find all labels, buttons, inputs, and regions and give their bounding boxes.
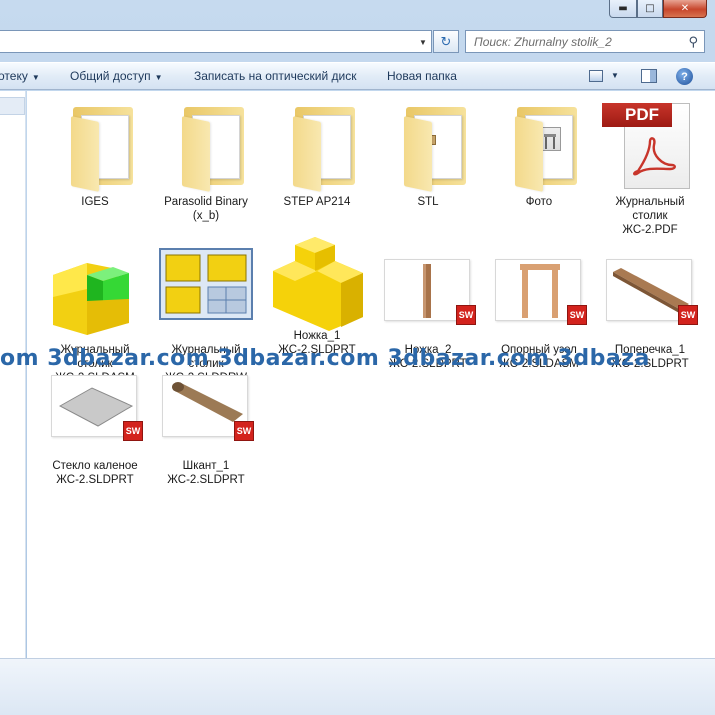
- file-item[interactable]: Parasolid Binary (x_b): [156, 97, 256, 223]
- command-bar: отеку ▼ Общий доступ ▼ Записать на оптичес…: [0, 62, 715, 90]
- file-name: Шкант_1 ЖС-2.SLDPRT: [167, 460, 245, 486]
- sldprt-thumbnail-icon: SW: [47, 361, 143, 457]
- sldprt-icon: [269, 231, 365, 341]
- sldasm-icon: [47, 245, 143, 341]
- pdf-badge: PDF: [602, 103, 672, 127]
- folder-icon: [158, 97, 254, 193]
- file-item[interactable]: SW Шкант_1 ЖС-2.SLDPRT: [156, 361, 256, 487]
- file-name: IGES: [81, 196, 109, 208]
- new-folder-button[interactable]: Новая папка: [387, 69, 457, 83]
- file-item[interactable]: Ножка_1 ЖС-2.SLDPRT: [267, 231, 367, 357]
- file-name: Фото: [525, 196, 553, 208]
- address-row: ▼ ↻ Поиск: Zhurnalny stolik_2 ⚲: [0, 30, 715, 54]
- solidworks-icon: SW: [678, 305, 698, 325]
- slddrw-icon: [158, 245, 254, 341]
- help-icon[interactable]: ?: [676, 68, 693, 85]
- nav-selected-item[interactable]: [0, 97, 25, 115]
- solidworks-icon: SW: [456, 305, 476, 325]
- add-to-library-button[interactable]: отеку ▼: [0, 69, 40, 83]
- add-to-library-label: отеку: [0, 69, 28, 83]
- folder-icon: [47, 97, 143, 193]
- file-item[interactable]: STEP AP214: [267, 97, 367, 209]
- refresh-button[interactable]: ↻: [433, 30, 459, 53]
- file-name: Стекло каленое ЖС-2.SLDPRT: [52, 460, 138, 486]
- sldprt-thumbnail-icon: SW: [602, 245, 698, 341]
- file-name: STL: [417, 196, 439, 208]
- search-placeholder: Поиск: Zhurnalny stolik_2: [474, 35, 612, 49]
- caption-buttons: ▬ □ ✕: [609, 0, 707, 18]
- details-pane: [0, 658, 715, 715]
- pdf-icon: PDF: [602, 97, 698, 193]
- search-icon[interactable]: ⚲: [688, 34, 698, 50]
- file-list: IGES Parasolid Binary (x_b) STEP AP214 S…: [27, 91, 715, 658]
- solidworks-icon: SW: [123, 421, 143, 441]
- share-button[interactable]: Общий доступ ▼: [70, 69, 163, 83]
- folder-icon: [380, 97, 476, 193]
- solidworks-icon: SW: [234, 421, 254, 441]
- sldprt-thumbnail-icon: SW: [380, 245, 476, 341]
- chevron-down-icon: ▼: [154, 73, 163, 82]
- file-item[interactable]: STL: [378, 97, 478, 209]
- file-name: Parasolid Binary (x_b): [164, 196, 248, 222]
- file-item[interactable]: PDF Журнальный столик ЖС-2.PDF: [600, 97, 700, 237]
- folder-icon: [269, 97, 365, 193]
- file-name: STEP AP214: [283, 196, 351, 208]
- folder-icon: [491, 97, 587, 193]
- solidworks-icon: SW: [567, 305, 587, 325]
- minimize-button[interactable]: ▬: [609, 0, 637, 18]
- explorer-window: ▬ □ ✕ ▼ ↻ Поиск: Zhurnalny stolik_2 ⚲ от…: [0, 0, 715, 715]
- share-label: Общий доступ: [70, 69, 151, 83]
- refresh-icon: ↻: [440, 33, 452, 49]
- preview-pane-icon[interactable]: [641, 69, 657, 83]
- acrobat-logo-icon: [633, 137, 676, 176]
- watermark-text: om 3dbazar.com 3dbazar.com 3dbazar.com 3…: [0, 346, 650, 371]
- chevron-down-icon: ▼: [31, 73, 40, 82]
- close-button[interactable]: ✕: [663, 0, 707, 18]
- sldprt-thumbnail-icon: SW: [158, 361, 254, 457]
- chevron-down-icon[interactable]: ▼: [417, 35, 429, 49]
- navigation-pane[interactable]: [0, 91, 26, 658]
- burn-button[interactable]: Записать на оптический диск: [194, 69, 357, 83]
- file-item[interactable]: IGES: [45, 97, 145, 209]
- search-input[interactable]: Поиск: Zhurnalny stolik_2 ⚲: [465, 30, 705, 53]
- file-item[interactable]: SW Стекло каленое ЖС-2.SLDPRT: [45, 361, 145, 487]
- sldasm-thumbnail-icon: SW: [491, 245, 587, 341]
- file-name: Журнальный столик ЖС-2.PDF: [615, 196, 685, 236]
- file-item[interactable]: Фото: [489, 97, 589, 209]
- view-options-icon[interactable]: [589, 70, 603, 82]
- maximize-button[interactable]: □: [637, 0, 663, 18]
- chevron-down-icon[interactable]: ▼: [611, 71, 619, 80]
- address-bar[interactable]: ▼: [0, 30, 432, 53]
